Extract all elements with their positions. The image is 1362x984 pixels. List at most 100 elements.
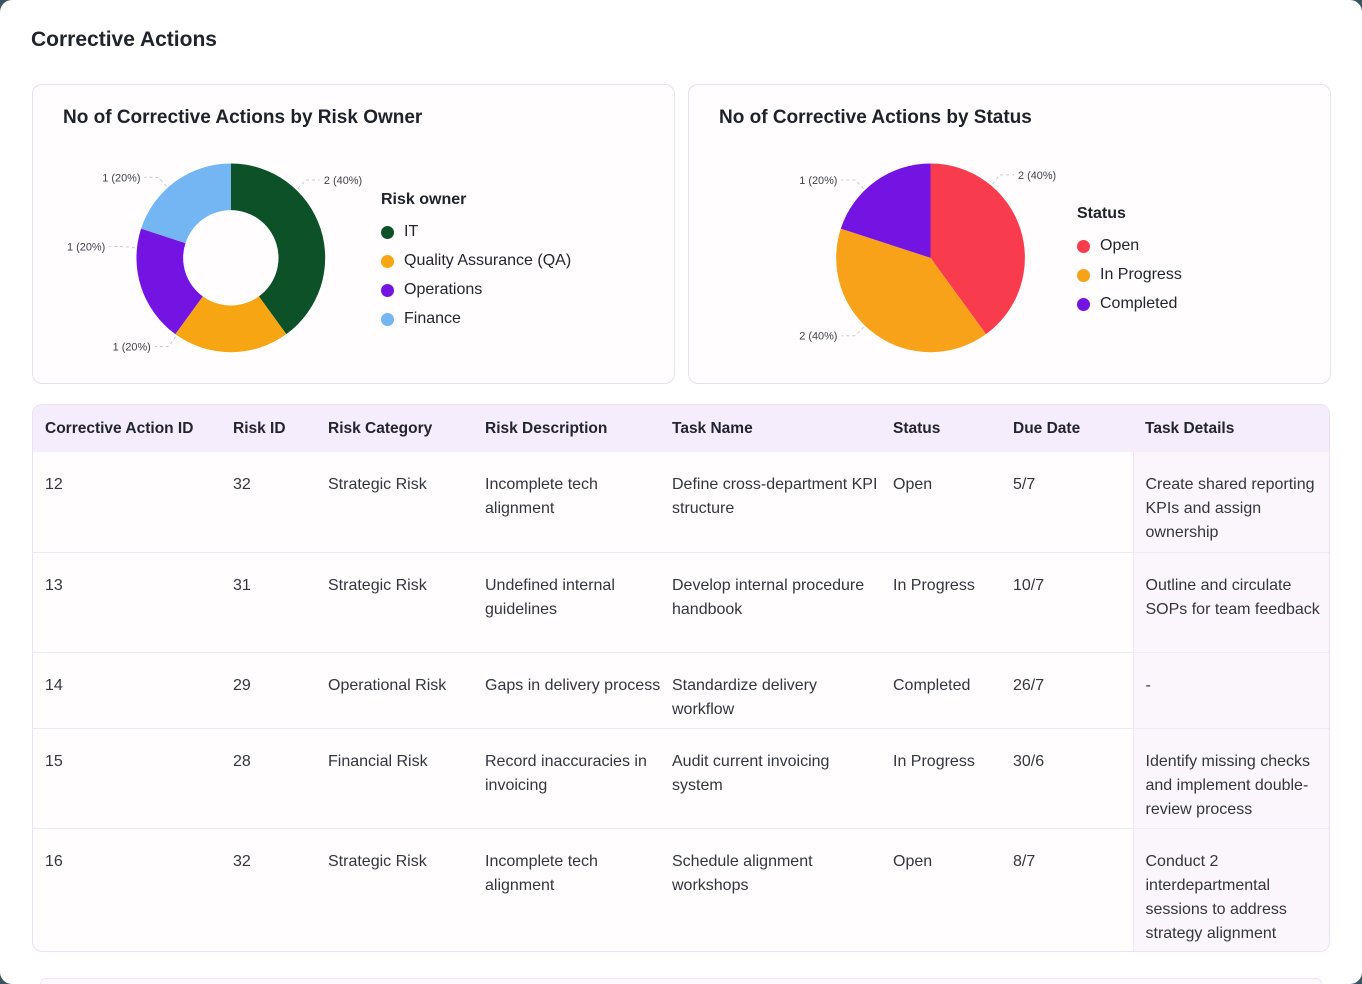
annotation-leader-line <box>841 180 863 189</box>
cell-risk-description: Undefined internal guidelines <box>485 552 672 652</box>
legend-item-label: In Progress <box>1100 266 1182 284</box>
cell-corrective-action-id: 14 <box>33 652 233 728</box>
legend-item-finance[interactable]: Finance <box>381 310 571 328</box>
legend-color-dot <box>381 284 394 297</box>
column-header-risk-id: Risk ID <box>233 405 328 452</box>
annotation-leader-line <box>144 177 166 186</box>
legend-item-label: Quality Assurance (QA) <box>404 252 571 270</box>
cell-task-details: Conduct 2 interdepartmental sessions to … <box>1133 828 1330 952</box>
legend-item-label: Finance <box>404 310 461 328</box>
annotation-leader-line <box>992 175 1014 184</box>
cell-risk-description: Incomplete tech alignment <box>485 452 672 552</box>
cell-corrective-action-id: 13 <box>33 552 233 652</box>
status-pie-chart: 2 (40%) 2 (40%) 1 (20%) <box>689 85 1330 383</box>
cell-risk-description: Record inaccuracies in invoicing <box>485 728 672 828</box>
next-section-top-edge <box>40 978 1322 984</box>
legend-item-it[interactable]: IT <box>381 223 571 241</box>
risk-owner-legend: Risk owner IT Quality Assurance (QA) Opera… <box>381 191 571 339</box>
legend-title: Risk owner <box>381 191 571 209</box>
cell-task-details: Create shared reporting KPIs and assign … <box>1133 452 1330 552</box>
legend-color-dot <box>381 313 394 326</box>
cell-corrective-action-id: 12 <box>33 452 233 552</box>
legend-item-operations[interactable]: Operations <box>381 281 571 299</box>
cell-risk-category: Strategic Risk <box>328 552 485 652</box>
column-header-risk-category: Risk Category <box>328 405 485 452</box>
cell-risk-category: Financial Risk <box>328 728 485 828</box>
annotation-leader-line <box>155 337 176 347</box>
slice-annotation: 1 (20%) <box>67 241 105 253</box>
cell-status: Open <box>893 452 1013 552</box>
slice-annotation: 1 (20%) <box>113 342 151 354</box>
cell-task-name: Audit current invoicing system <box>672 728 893 828</box>
column-header-due-date: Due Date <box>1013 405 1133 452</box>
chart-card-status: No of Corrective Actions by Status 2 (40… <box>688 84 1331 384</box>
column-header-corrective-action-id: Corrective Action ID <box>33 405 233 452</box>
slice-annotation: 2 (40%) <box>799 331 837 343</box>
cell-task-name: Schedule alignment workshops <box>672 828 893 952</box>
legend-color-dot <box>381 255 394 268</box>
status-legend: Status Open In Progress Completed <box>1077 205 1182 324</box>
table-row: 1528Financial RiskRecord inaccuracies in… <box>33 728 1330 828</box>
table-header-row: Corrective Action IDRisk IDRisk Category… <box>33 405 1330 452</box>
column-header-task-details: Task Details <box>1133 405 1330 452</box>
slice-annotation: 1 (20%) <box>799 175 837 187</box>
dashboard-page: Corrective Actions No of Corrective Acti… <box>0 0 1362 984</box>
cell-task-details: Outline and circulate SOPs for team feed… <box>1133 552 1330 652</box>
cell-corrective-action-id: 16 <box>33 828 233 952</box>
annotation-leader-line <box>109 247 135 248</box>
cell-status: Completed <box>893 652 1013 728</box>
corrective-actions-table-card: Corrective Action IDRisk IDRisk Category… <box>32 404 1330 952</box>
legend-item-quality-assurance-qa-[interactable]: Quality Assurance (QA) <box>381 252 571 270</box>
legend-item-in-progress[interactable]: In Progress <box>1077 266 1182 284</box>
cell-risk-id: 28 <box>233 728 328 828</box>
slice-annotation: 2 (40%) <box>1018 170 1056 182</box>
legend-item-label: Completed <box>1100 295 1177 313</box>
annotation-leader-line <box>841 327 863 336</box>
legend-item-label: Open <box>1100 237 1139 255</box>
cell-risk-id: 31 <box>233 552 328 652</box>
cell-status: In Progress <box>893 728 1013 828</box>
chart-card-risk-owner: No of Corrective Actions by Risk Owner 2… <box>32 84 675 384</box>
legend-color-dot <box>1077 240 1090 253</box>
cell-status: Open <box>893 828 1013 952</box>
cell-due-date: 5/7 <box>1013 452 1133 552</box>
page-title: Corrective Actions <box>31 28 217 52</box>
annotation-leader-line <box>298 180 320 189</box>
cell-risk-category: Strategic Risk <box>328 452 485 552</box>
slice-annotation: 2 (40%) <box>324 175 362 187</box>
table-row: 1429Operational RiskGaps in delivery pro… <box>33 652 1330 728</box>
column-header-status: Status <box>893 405 1013 452</box>
legend-color-dot <box>1077 298 1090 311</box>
legend-item-completed[interactable]: Completed <box>1077 295 1182 313</box>
corrective-actions-table: Corrective Action IDRisk IDRisk Category… <box>33 405 1330 952</box>
table-row: 1331Strategic RiskUndefined internal gui… <box>33 552 1330 652</box>
cell-task-details: Identify missing checks and implement do… <box>1133 728 1330 828</box>
cell-risk-category: Strategic Risk <box>328 828 485 952</box>
column-header-risk-description: Risk Description <box>485 405 672 452</box>
legend-color-dot <box>1077 269 1090 282</box>
cell-risk-description: Incomplete tech alignment <box>485 828 672 952</box>
cell-due-date: 8/7 <box>1013 828 1133 952</box>
cell-risk-category: Operational Risk <box>328 652 485 728</box>
cell-task-name: Define cross-department KPI structure <box>672 452 893 552</box>
cell-task-name: Develop internal procedure handbook <box>672 552 893 652</box>
cell-risk-id: 29 <box>233 652 328 728</box>
legend-item-label: Operations <box>404 281 482 299</box>
pie-slice-finance[interactable] <box>141 163 231 243</box>
risk-owner-donut-chart: 2 (40%) 1 (20%) 1 (20%) 1 (20%) <box>33 85 674 383</box>
cell-risk-description: Gaps in delivery process <box>485 652 672 728</box>
cell-task-name: Standardize delivery workflow <box>672 652 893 728</box>
cell-task-details: - <box>1133 652 1330 728</box>
cell-risk-id: 32 <box>233 828 328 952</box>
table-row: 1232Strategic RiskIncomplete tech alignm… <box>33 452 1330 552</box>
table-row: 1632Strategic RiskIncomplete tech alignm… <box>33 828 1330 952</box>
legend-color-dot <box>381 226 394 239</box>
cell-status: In Progress <box>893 552 1013 652</box>
cell-risk-id: 32 <box>233 452 328 552</box>
cell-due-date: 30/6 <box>1013 728 1133 828</box>
legend-title: Status <box>1077 205 1182 223</box>
cell-due-date: 10/7 <box>1013 552 1133 652</box>
column-header-task-name: Task Name <box>672 405 893 452</box>
slice-annotation: 1 (20%) <box>102 172 140 184</box>
legend-item-open[interactable]: Open <box>1077 237 1182 255</box>
